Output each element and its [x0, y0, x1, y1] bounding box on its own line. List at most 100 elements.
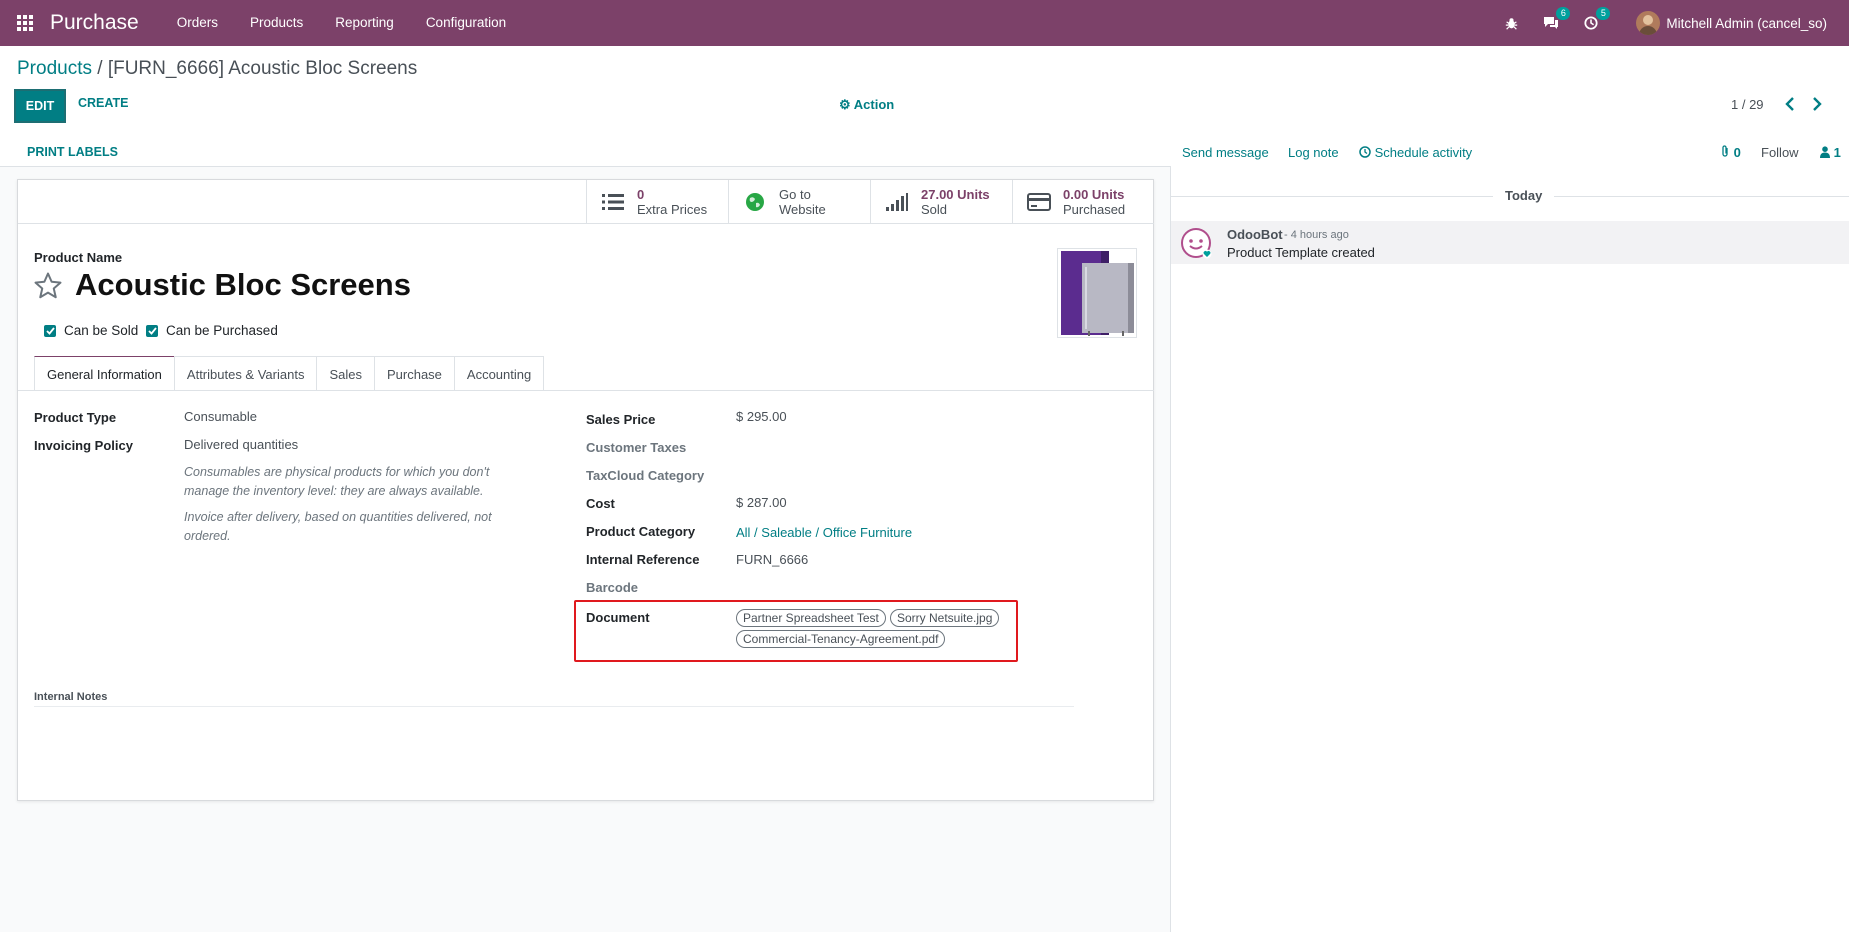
product-image[interactable]	[1057, 248, 1137, 338]
invoicing-policy-label: Invoicing Policy	[34, 438, 133, 453]
apps-menu-icon[interactable]	[0, 0, 50, 46]
followers-button[interactable]: 1	[1820, 145, 1841, 160]
follow-button[interactable]: Follow	[1761, 145, 1799, 160]
log-note-button[interactable]: Log note	[1288, 145, 1339, 160]
schedule-activity-label: Schedule activity	[1374, 145, 1473, 160]
top-navbar: Purchase Orders Products Reporting Confi…	[0, 0, 1849, 46]
paperclip-icon	[1720, 145, 1734, 160]
extra-prices-button[interactable]: 0 Extra Prices	[586, 180, 728, 224]
website-line2: Website	[779, 202, 826, 217]
tab-sales[interactable]: Sales	[316, 356, 375, 391]
attachments-count: 0	[1733, 145, 1741, 160]
invoice-help-text: Invoice after delivery, based on quantit…	[184, 510, 492, 543]
tab-general-information[interactable]: General Information	[34, 356, 175, 391]
smart-button-box: 0 Extra Prices Go to Website 27.00 Units So…	[586, 180, 1154, 224]
gear-icon: ⚙	[839, 97, 851, 112]
units-purchased-label: Purchased	[1063, 202, 1126, 217]
can-be-sold-checkbox[interactable]: Can be Sold	[44, 323, 138, 338]
signal-icon	[885, 190, 909, 214]
product-name-label: Product Name	[34, 250, 123, 265]
consumable-help-text: Consumables are physical products for wh…	[184, 465, 490, 498]
can-be-sold-label: Can be Sold	[64, 323, 139, 338]
check-icon	[44, 324, 56, 337]
user-icon	[1820, 145, 1834, 160]
messages-count-badge: 6	[1556, 7, 1571, 20]
menu-products[interactable]: Products	[234, 0, 319, 46]
invoicing-policy-value[interactable]: Delivered quantities	[184, 437, 298, 452]
pager-value[interactable]: 1 / 29	[1731, 97, 1764, 112]
tabs-divider	[18, 390, 1154, 391]
units-purchased-button[interactable]: 0.00 Units Purchased	[1012, 180, 1154, 224]
document-label: Document	[586, 610, 650, 625]
check-icon	[146, 324, 158, 337]
user-name: Mitchell Admin (cancel_so)	[1666, 15, 1827, 31]
form-statusbar	[0, 132, 1171, 167]
user-menu[interactable]: Mitchell Admin (cancel_so)	[1636, 11, 1827, 35]
cost-label: Cost	[586, 496, 615, 511]
units-sold-value: 27.00 Units	[921, 187, 990, 202]
list-icon	[601, 190, 625, 214]
action-dropdown[interactable]: ⚙ Action	[839, 97, 894, 113]
breadcrumb-products-link[interactable]: Products	[17, 58, 92, 79]
tab-purchase[interactable]: Purchase	[373, 356, 455, 391]
messages-icon[interactable]: 6	[1542, 7, 1571, 32]
breadcrumb: Products / [FURN_6666] Acoustic Bloc Scr…	[17, 58, 417, 80]
send-message-button[interactable]: Send message	[1182, 145, 1269, 160]
internal-reference-value[interactable]: FURN_6666	[736, 552, 808, 567]
product-type-value[interactable]: Consumable	[184, 409, 257, 424]
sales-price-value[interactable]: $ 295.00	[736, 409, 787, 424]
can-be-purchased-label: Can be Purchased	[166, 323, 278, 338]
tab-accounting[interactable]: Accounting	[453, 356, 545, 391]
customer-taxes-label: Customer Taxes	[586, 440, 687, 455]
credit-card-icon	[1027, 190, 1051, 214]
menu-orders[interactable]: Orders	[161, 0, 234, 46]
extra-prices-value: 0	[637, 187, 645, 202]
print-labels-button[interactable]: PRINT LABELS	[27, 145, 118, 159]
internal-notes-field[interactable]	[34, 706, 1074, 707]
website-line1: Go to	[779, 187, 811, 202]
internal-reference-label: Internal Reference	[586, 552, 700, 567]
message-author[interactable]: OdooBot	[1227, 227, 1283, 242]
user-avatar	[1636, 11, 1661, 35]
product-category-link[interactable]: All / Saleable / Office Furniture	[736, 525, 912, 540]
sheet-divider	[18, 223, 1154, 224]
create-button[interactable]: CREATE	[78, 96, 128, 110]
app-brand[interactable]: Purchase	[50, 11, 139, 35]
units-purchased-value: 0.00 Units	[1063, 187, 1125, 202]
go-to-website-button[interactable]: Go to Website	[728, 180, 870, 224]
debug-bug-icon[interactable]	[1502, 14, 1520, 32]
message-body: Product Template created	[1227, 245, 1375, 260]
taxcloud-category-label: TaxCloud Category	[586, 468, 705, 483]
activities-count-badge: 5	[1596, 7, 1611, 20]
can-be-purchased-checkbox[interactable]: Can be Purchased	[146, 323, 278, 338]
menu-reporting[interactable]: Reporting	[319, 0, 410, 46]
clock-icon	[1359, 145, 1375, 160]
schedule-activity-button[interactable]: Schedule activity	[1359, 145, 1472, 160]
activities-clock-icon[interactable]: 5	[1582, 7, 1611, 32]
product-name-title[interactable]: Acoustic Bloc Screens	[75, 267, 411, 303]
action-label: Action	[853, 97, 895, 112]
extra-prices-label: Extra Prices	[637, 202, 708, 217]
followers-count: 1	[1833, 145, 1841, 160]
systray: 6 5 Mitchell Admin (cancel_so)	[1480, 0, 1849, 46]
document-tag[interactable]: Commercial-Tenancy-Agreement.pdf	[736, 630, 946, 648]
chevron-right-icon[interactable]	[1810, 96, 1824, 112]
favorite-star-icon[interactable]	[33, 271, 63, 301]
units-sold-label: Sold	[921, 202, 948, 217]
barcode-label: Barcode	[586, 580, 639, 595]
product-type-label: Product Type	[34, 410, 117, 425]
edit-button[interactable]: EDIT	[16, 91, 64, 121]
document-tag[interactable]: Sorry Netsuite.jpg	[890, 609, 1000, 627]
attachments-button[interactable]: 0	[1720, 145, 1741, 160]
menu-configuration[interactable]: Configuration	[410, 0, 522, 46]
globe-icon	[743, 190, 767, 214]
tab-attributes-variants[interactable]: Attributes & Variants	[173, 356, 318, 391]
sales-price-label: Sales Price	[586, 412, 656, 427]
odoobot-avatar[interactable]	[1180, 227, 1212, 259]
chevron-left-icon[interactable]	[1783, 96, 1797, 112]
cost-value[interactable]: $ 287.00	[736, 495, 787, 510]
internal-notes-label: Internal Notes	[34, 691, 108, 703]
document-tag[interactable]: Partner Spreadsheet Test	[736, 609, 886, 627]
form-tabs: General Information Attributes & Variant…	[34, 356, 545, 391]
units-sold-button[interactable]: 27.00 Units Sold	[870, 180, 1012, 224]
